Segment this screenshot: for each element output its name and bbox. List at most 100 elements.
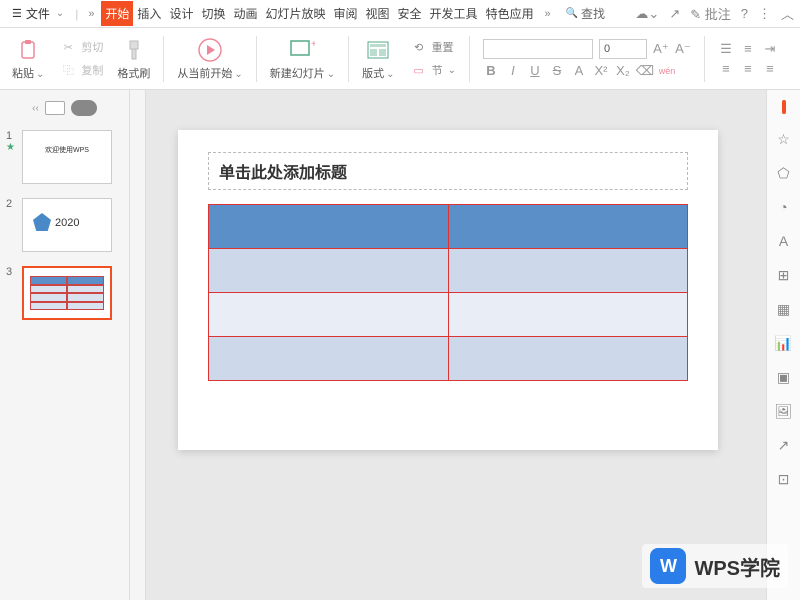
superscript-icon[interactable]: X² — [593, 63, 609, 79]
help-icon[interactable]: ? — [741, 6, 748, 21]
qat-prev-icon[interactable]: » — [83, 6, 99, 22]
play-from-current-button[interactable]: 从当前开始 — [177, 37, 242, 81]
slide-panel: ‹‹ 1 ★ 欢迎使用WPS 2 2020 3 — [0, 90, 130, 600]
indent-icon[interactable]: ⇥ — [762, 41, 778, 57]
bullets-icon[interactable]: ☰ — [718, 41, 734, 57]
tab-slideshow[interactable]: 幻灯片放映 — [261, 1, 329, 26]
new-slide-button[interactable]: + 新建幻灯片 — [270, 37, 335, 81]
accent-indicator — [782, 100, 786, 114]
thumb-number: 1 — [6, 130, 16, 142]
tab-review[interactable]: 审阅 — [330, 1, 362, 26]
collapse-ribbon-icon[interactable]: ︿ — [781, 4, 794, 23]
panel-collapse-icon[interactable]: ‹‹ — [32, 103, 39, 114]
cut-button[interactable]: ✂剪切 — [58, 37, 103, 57]
align-left-icon[interactable]: ≡ — [718, 61, 734, 77]
reset-button[interactable]: ⟲重置 — [409, 37, 454, 57]
tab-insert[interactable]: 插入 — [133, 1, 165, 26]
table-tool-icon[interactable]: ⊞ — [775, 266, 793, 284]
copy-icon: ⿻ — [58, 60, 78, 80]
current-slide[interactable]: 单击此处添加标题 — [178, 130, 718, 450]
shape-tool-icon[interactable]: ⬠ — [775, 164, 793, 182]
align-center-icon[interactable]: ≡ — [740, 61, 756, 77]
section-button[interactable]: ▭节 — [409, 60, 456, 80]
font-size-combo[interactable]: 0 — [599, 39, 647, 59]
cloud-icon[interactable]: ☁⌄ — [635, 6, 659, 22]
file-menu[interactable]: 文件 — [6, 3, 70, 24]
thumb-number: 2 — [6, 198, 16, 210]
share-icon[interactable]: ↗ — [669, 6, 680, 22]
chart-tool-icon[interactable]: 📊 — [775, 334, 793, 352]
play-icon — [197, 37, 223, 63]
thumbnail-view-toggle[interactable] — [71, 100, 97, 116]
table-row[interactable] — [209, 337, 688, 381]
tab-transition[interactable]: 切换 — [197, 1, 229, 26]
text-tool-icon[interactable]: A — [775, 232, 793, 250]
tab-dev-tools[interactable]: 开发工具 — [426, 1, 482, 26]
table-row[interactable] — [209, 293, 688, 337]
clipboard-icon — [15, 37, 41, 63]
search-button[interactable]: 查找 — [566, 5, 605, 22]
underline-icon[interactable]: U — [527, 63, 543, 79]
slide-table[interactable] — [208, 204, 688, 381]
thumb-number: 3 — [6, 266, 16, 278]
qat-next-icon[interactable]: » — [540, 6, 556, 22]
outline-view-toggle[interactable] — [45, 101, 65, 115]
grid-tool-icon[interactable]: ▦ — [775, 300, 793, 318]
brush-icon — [121, 37, 147, 63]
reset-icon: ⟲ — [409, 37, 429, 57]
tab-security[interactable]: 安全 — [394, 1, 426, 26]
wps-logo-icon: W — [650, 548, 686, 584]
format-painter-button[interactable]: 格式刷 — [117, 37, 150, 81]
tab-special[interactable]: 特色应用 — [482, 1, 538, 26]
scissors-icon: ✂ — [58, 37, 78, 57]
thumb-content: 2020 — [55, 217, 79, 229]
tab-animation[interactable]: 动画 — [229, 1, 261, 26]
thumb-table-preview — [30, 276, 104, 310]
slide-thumb-3[interactable]: 3 — [0, 262, 129, 330]
slide-canvas[interactable]: 单击此处添加标题 — [130, 90, 766, 600]
separator — [348, 36, 349, 82]
decrease-font-icon[interactable]: A⁻ — [675, 41, 691, 57]
italic-icon[interactable]: I — [505, 63, 521, 79]
select-tool-icon[interactable]: ☆ — [775, 130, 793, 148]
animation-star-icon: ★ — [6, 142, 16, 153]
increase-font-icon[interactable]: A⁺ — [653, 41, 669, 57]
table-row[interactable] — [209, 249, 688, 293]
title-placeholder[interactable]: 单击此处添加标题 — [208, 152, 688, 190]
circle-tool-icon[interactable]: ◔ — [775, 198, 793, 216]
pinyin-icon[interactable]: wén — [659, 63, 675, 79]
tab-design[interactable]: 设计 — [165, 1, 197, 26]
watermark: W WPS学院 — [642, 544, 788, 588]
media-tool-icon[interactable]: ▣ — [775, 368, 793, 386]
new-slide-icon: + — [289, 37, 315, 63]
slide-thumb-2[interactable]: 2 2020 — [0, 194, 129, 262]
image-tool-icon[interactable]: 🖼 — [775, 402, 793, 420]
table-row[interactable] — [209, 205, 688, 249]
layout-button[interactable]: 版式 — [362, 37, 394, 81]
subscript-icon[interactable]: X₂ — [615, 63, 631, 79]
bold-icon[interactable]: B — [483, 63, 499, 79]
more-tools-icon[interactable]: ⊡ — [775, 470, 793, 488]
tab-view[interactable]: 视图 — [362, 1, 394, 26]
slide-thumb-1[interactable]: 1 ★ 欢迎使用WPS — [0, 126, 129, 194]
numbering-icon[interactable]: ≡ — [740, 41, 756, 57]
watermark-text: WPS学院 — [694, 552, 780, 581]
strikethrough-icon[interactable]: S — [549, 63, 565, 79]
export-tool-icon[interactable]: ↗ — [775, 436, 793, 454]
right-toolbar: ☆ ⬠ ◔ A ⊞ ▦ 📊 ▣ 🖼 ↗ ⊡ — [766, 90, 800, 600]
align-right-icon[interactable]: ≡ — [762, 61, 778, 77]
tab-start[interactable]: 开始 — [101, 1, 133, 26]
svg-text:+: + — [311, 39, 315, 50]
clear-format-icon[interactable]: ⌫ — [637, 63, 653, 79]
layout-icon — [365, 37, 391, 63]
section-icon: ▭ — [409, 60, 429, 80]
separator: | — [75, 7, 78, 21]
copy-button[interactable]: ⿻复制 — [58, 60, 103, 80]
more-icon[interactable]: ⋮ — [758, 6, 771, 22]
font-color-icon[interactable]: A — [571, 63, 587, 79]
paste-button[interactable]: 粘贴 — [12, 37, 44, 81]
thumb-content: 欢迎使用WPS — [23, 145, 111, 155]
separator — [256, 36, 257, 82]
annotate-button[interactable]: ✎ 批注 — [690, 4, 731, 23]
font-family-combo[interactable] — [483, 39, 593, 59]
